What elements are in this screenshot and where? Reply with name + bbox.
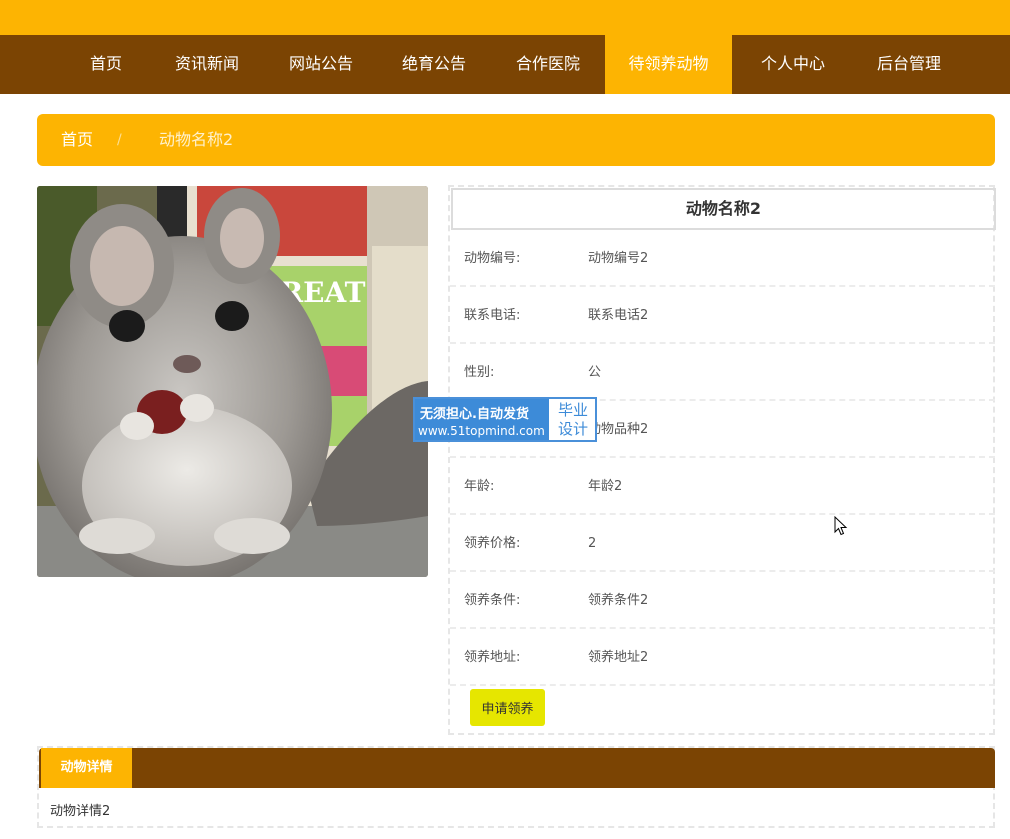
breadcrumb-home-link[interactable]: 首页 xyxy=(61,114,93,166)
apply-adoption-button[interactable]: 申请领养 xyxy=(470,689,545,726)
breadcrumb-separator: / xyxy=(117,132,122,148)
animal-photo: TREATS xyxy=(37,186,428,577)
animal-details-content: 动物详情2 xyxy=(50,804,111,819)
info-row-address: 领养地址: 领养地址2 xyxy=(450,629,995,686)
info-value: 动物编号2 xyxy=(588,251,649,266)
animal-name-title: 动物名称2 xyxy=(451,188,996,230)
info-row-conditions: 领养条件: 领养条件2 xyxy=(450,572,995,629)
nav-item-partner-hospitals[interactable]: 合作医院 xyxy=(509,35,587,94)
nav-item-admin[interactable]: 后台管理 xyxy=(870,35,948,94)
info-value: 联系电话2 xyxy=(588,308,649,323)
info-row-animal-id: 动物编号: 动物编号2 xyxy=(450,230,995,287)
watermark-slogan: 无须担心.自动发货 xyxy=(420,407,529,422)
tab-bar: 动物详情 xyxy=(39,748,995,788)
nav-item-adoptable-animals[interactable]: 待领养动物 xyxy=(605,35,732,94)
info-row-price: 领养价格: 2 xyxy=(450,515,995,572)
detail-tabs-panel: 动物详情 动物详情2 xyxy=(37,746,995,828)
watermark-side: 毕业 设计 xyxy=(555,401,591,439)
info-label: 领养地址: xyxy=(464,650,521,665)
main-nav: 首页 资讯新闻 网站公告 绝育公告 合作医院 待领养动物 个人中心 后台管理 xyxy=(0,35,1010,94)
info-label: 领养价格: xyxy=(464,536,521,551)
info-value: 领养条件2 xyxy=(588,593,649,608)
info-row-age: 年龄: 年龄2 xyxy=(450,458,995,515)
info-label: 性别: xyxy=(464,365,495,380)
breadcrumb-current: 动物名称2 xyxy=(159,130,234,149)
info-label: 联系电话: xyxy=(464,308,521,323)
nav-item-home[interactable]: 首页 xyxy=(73,35,139,94)
info-value: 领养地址2 xyxy=(588,650,649,665)
info-label: 动物编号: xyxy=(464,251,521,266)
watermark-badge-line2: 设计 xyxy=(557,420,588,438)
info-row-phone: 联系电话: 联系电话2 xyxy=(450,287,995,344)
nav-item-personal-center[interactable]: 个人中心 xyxy=(754,35,832,94)
watermark-badge: 无须担心.自动发货 www.51topmind.com 毕业 设计 xyxy=(413,397,597,442)
nav-item-site-notice[interactable]: 网站公告 xyxy=(282,35,360,94)
nav-item-sterilization-notice[interactable]: 绝育公告 xyxy=(395,35,473,94)
watermark-main: 无须担心.自动发货 www.51topmind.com xyxy=(415,399,549,440)
mouse-pointer-icon xyxy=(834,516,848,536)
info-value: 2 xyxy=(588,536,597,551)
info-row-gender: 性别: 公 xyxy=(450,344,995,401)
info-label: 领养条件: xyxy=(464,593,521,608)
animal-info-panel: 动物名称2 动物编号: 动物编号2 联系电话: 联系电话2 性别: 公 动物品种… xyxy=(448,185,996,735)
info-value: 年龄2 xyxy=(588,479,623,494)
top-banner-strip xyxy=(0,0,1010,35)
info-label: 年龄: xyxy=(464,479,495,494)
breadcrumb: 首页 / 动物名称2 xyxy=(37,114,995,166)
info-value: 动物品种2 xyxy=(588,422,649,437)
watermark-badge-line1: 毕业 xyxy=(557,401,588,419)
nav-item-news[interactable]: 资讯新闻 xyxy=(168,35,246,94)
tab-animal-details[interactable]: 动物详情 xyxy=(41,748,132,788)
info-value: 公 xyxy=(588,365,602,380)
watermark-url: www.51topmind.com xyxy=(418,424,545,438)
